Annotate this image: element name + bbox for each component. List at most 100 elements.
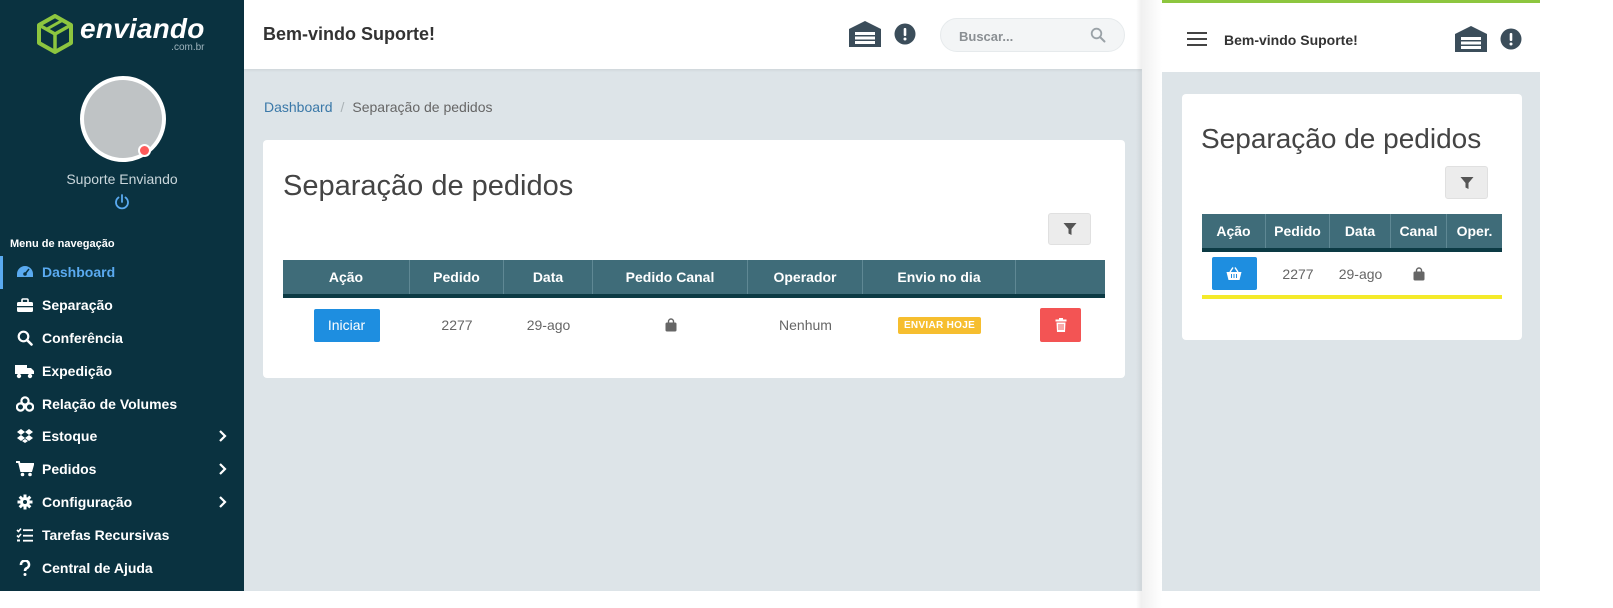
column-header: Data [504, 260, 593, 294]
sidebar-item-label: Dashboard [42, 264, 116, 281]
user-name: Suporte Enviando [66, 171, 178, 187]
delete-button[interactable] [1040, 308, 1081, 342]
column-header: Oper. [1456, 223, 1493, 239]
sidebar-item-label: Separação [42, 297, 113, 314]
mobile-header: Bem-vindo Suporte! [1162, 3, 1540, 72]
question-icon [15, 559, 35, 577]
breadcrumb-separator: / [340, 99, 345, 115]
sidebar-item-label: Pedidos [42, 461, 97, 478]
sidebar-item-configuracao[interactable]: Configuração [0, 486, 244, 519]
cell-delete [1016, 308, 1105, 342]
sidebar-nav: Dashboard Separação Conferência Expediçã… [0, 256, 244, 584]
column-header: Pedido [410, 260, 504, 294]
cell-canal [593, 318, 748, 332]
cell-action: Iniciar [283, 308, 410, 342]
filter-icon [1460, 176, 1473, 189]
sidebar-item-label: Expedição [42, 362, 113, 379]
column-header: Data [1330, 214, 1391, 248]
sidebar-item-relacao-volumes[interactable]: Relação de Volumes [0, 387, 244, 420]
cart-icon [15, 460, 35, 478]
trash-icon [1055, 318, 1066, 332]
column-header: Canal [1391, 214, 1447, 248]
hamburger-menu-icon[interactable] [1187, 31, 1207, 47]
top-header: Bem-vindo Suporte! [244, 0, 1142, 69]
alert-icon[interactable] [894, 23, 916, 45]
chevron-right-icon [219, 430, 227, 442]
table-header: Ação Pedido Data Canal Oper. [1202, 214, 1502, 252]
tasks-icon [15, 526, 35, 544]
dropbox-icon [15, 427, 35, 445]
sidebar-item-dashboard[interactable]: Dashboard [0, 256, 244, 289]
warehouse-icon[interactable] [848, 20, 882, 48]
column-header: Envio no dia [863, 260, 1016, 294]
breadcrumb: Dashboard / Separação de pedidos [264, 99, 493, 115]
cube-logo-icon [37, 14, 73, 54]
sidebar-item-separacao[interactable]: Separação [0, 289, 244, 322]
view-divider-shadow [1136, 0, 1162, 608]
sidebar-item-expedicao[interactable]: Expedição [0, 354, 244, 387]
brand-name: enviando [80, 13, 205, 44]
filter-button[interactable] [1445, 166, 1488, 199]
truck-icon [15, 362, 35, 380]
column-header: Ação [283, 260, 410, 294]
sidebar-item-pedidos[interactable]: Pedidos [0, 453, 244, 486]
column-header [1016, 260, 1105, 294]
cell-pedido: 2277 [441, 317, 473, 333]
filter-icon [1063, 223, 1076, 235]
cell-action [1202, 257, 1266, 290]
status-dot [138, 144, 151, 157]
column-header: Operador [748, 260, 863, 294]
cog-icon [15, 493, 35, 511]
sidebar-item-estoque[interactable]: Estoque [0, 420, 244, 453]
orders-table: Ação Pedido Data Pedido Canal Operador E… [283, 260, 1105, 352]
page-title: Separação de pedidos [283, 170, 574, 202]
nav-title: Menu de navegação [10, 238, 115, 250]
mobile-orders-card: Separação de pedidos Ação Pedido Data Ca… [1182, 94, 1522, 340]
sidebar-item-tarefas-recursivas[interactable]: Tarefas Recursivas [0, 518, 244, 551]
boxes-icon [15, 395, 35, 413]
status-badge: ENVIAR HOJE [897, 316, 982, 334]
search-box [940, 18, 1125, 52]
chevron-right-icon [219, 463, 227, 475]
search-input[interactable] [959, 26, 1089, 46]
orders-table: Ação Pedido Data Canal Oper. 2277 29-ago [1202, 214, 1502, 299]
table-row: Iniciar 2277 29-ago Nenhum ENVIAR HOJE [283, 298, 1105, 352]
power-icon[interactable] [113, 193, 131, 211]
breadcrumb-current: Separação de pedidos [352, 99, 493, 115]
column-header: Pedido Canal [593, 260, 748, 294]
cell-data: 29-ago [1338, 265, 1383, 282]
start-button[interactable]: Iniciar [313, 308, 380, 342]
shopping-bag-icon [665, 318, 676, 332]
search-icon [15, 329, 35, 347]
sidebar: enviando .com.br Suporte Enviando Menu d… [0, 0, 244, 591]
sidebar-item-label: Estoque [42, 428, 98, 445]
desktop-view: enviando .com.br Suporte Enviando Menu d… [0, 0, 1142, 591]
cell-operador: Nenhum [779, 317, 832, 333]
start-button[interactable] [1211, 257, 1257, 290]
sidebar-item-label: Relação de Volumes [42, 395, 178, 412]
orders-card: Separação de pedidos Ação Pedido Data Pe… [263, 140, 1125, 378]
cell-pedido: 2277 [1282, 265, 1314, 282]
warehouse-icon[interactable] [1454, 25, 1488, 53]
dashboard-icon [15, 263, 35, 281]
table-header: Ação Pedido Data Pedido Canal Operador E… [283, 260, 1105, 298]
welcome-message: Bem-vindo Suporte! [1224, 32, 1358, 48]
column-header: Pedido [1266, 214, 1330, 248]
briefcase-icon [15, 296, 35, 314]
breadcrumb-link-dashboard[interactable]: Dashboard [264, 99, 333, 115]
column-header: Ação [1202, 214, 1266, 248]
filter-button[interactable] [1048, 213, 1091, 245]
alert-icon[interactable] [1500, 28, 1522, 50]
brand-logo[interactable]: enviando .com.br [36, 14, 205, 54]
sidebar-item-conferencia[interactable]: Conferência [0, 322, 244, 355]
sidebar-item-central-ajuda[interactable]: Central de Ajuda [0, 551, 244, 584]
basket-icon [1226, 266, 1242, 280]
sidebar-item-label: Conferência [42, 329, 123, 346]
shopping-bag-icon [1413, 266, 1425, 280]
avatar[interactable] [80, 76, 166, 162]
mobile-view: Bem-vindo Suporte! Separação de pedidos … [1162, 0, 1540, 591]
search-icon[interactable] [1090, 27, 1106, 43]
welcome-message: Bem-vindo Suporte! [263, 24, 436, 44]
sidebar-item-label: Configuração [42, 493, 133, 510]
cell-envio: ENVIAR HOJE [863, 316, 1016, 334]
